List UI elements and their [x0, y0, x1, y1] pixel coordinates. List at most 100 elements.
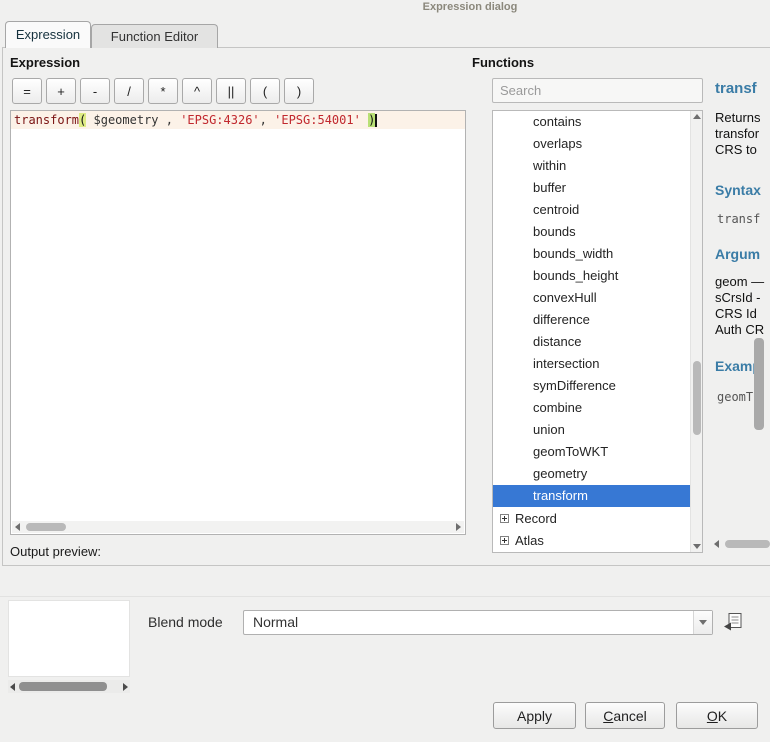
function-list-item[interactable]: bounds: [493, 221, 690, 243]
scrollbar-thumb[interactable]: [725, 540, 770, 548]
scroll-right-icon[interactable]: [456, 523, 461, 531]
combobox-selected-value: Normal: [253, 611, 298, 634]
data-defined-override-icon: [723, 611, 744, 632]
cancel-button-label: ancel: [613, 708, 646, 724]
data-defined-override-button[interactable]: [722, 611, 745, 634]
code-token-space: [361, 113, 368, 127]
function-list-item[interactable]: intersection: [493, 353, 690, 375]
scrollbar-thumb[interactable]: [26, 523, 66, 531]
function-list-item[interactable]: union: [493, 419, 690, 441]
help-horizontal-scrollbar[interactable]: [712, 538, 770, 550]
code-token-close-bracket: ): [368, 113, 375, 127]
scrollbar-thumb[interactable]: [19, 682, 107, 691]
ok-button[interactable]: OK: [676, 702, 758, 729]
help-description-line: transfor: [715, 126, 761, 142]
help-description-line: CRS to: [715, 142, 761, 158]
scrollbar-thumb[interactable]: [693, 361, 701, 435]
function-list-item[interactable]: geomToWKT: [493, 441, 690, 463]
help-description: Returns transfor CRS to: [715, 110, 761, 158]
operator-minus-button[interactable]: -: [80, 78, 110, 104]
function-list-item[interactable]: convexHull: [493, 287, 690, 309]
function-list-item[interactable]: geometry: [493, 463, 690, 485]
code-token-separator: ,: [260, 113, 274, 127]
text-cursor: [375, 114, 377, 127]
operator-plus-button[interactable]: +: [46, 78, 76, 104]
function-list-rows: contains overlaps within buffer centroid…: [493, 111, 690, 551]
help-function-title: transf: [715, 80, 757, 97]
function-list-item[interactable]: within: [493, 155, 690, 177]
blend-mode-label: Blend mode: [148, 614, 223, 630]
scroll-left-icon[interactable]: [714, 540, 719, 548]
code-token-function-name: transform: [14, 113, 79, 127]
scroll-left-icon[interactable]: [10, 683, 15, 691]
function-list-item[interactable]: centroid: [493, 199, 690, 221]
expand-plus-icon[interactable]: [500, 536, 509, 545]
section-divider: [0, 596, 770, 597]
tab-expression[interactable]: Expression: [5, 21, 91, 48]
scroll-left-icon[interactable]: [15, 523, 20, 531]
operator-divide-button[interactable]: /: [114, 78, 144, 104]
editor-horizontal-scrollbar[interactable]: [12, 521, 464, 533]
help-argument-line: CRS Id: [715, 306, 764, 322]
help-argument-line: sCrsId -: [715, 290, 764, 306]
expression-panel-header: Expression: [10, 55, 80, 70]
chevron-down-icon: [699, 620, 707, 625]
function-list-item[interactable]: distance: [493, 331, 690, 353]
operator-concat-button[interactable]: ||: [216, 78, 246, 104]
apply-button-label: Apply: [517, 708, 552, 724]
combobox-dropdown-button[interactable]: [693, 611, 712, 634]
ok-button-mnemonic: O: [707, 708, 718, 724]
function-list-item[interactable]: combine: [493, 397, 690, 419]
function-list-item[interactable]: bounds_width: [493, 243, 690, 265]
function-list-item[interactable]: bounds_height: [493, 265, 690, 287]
window-title: Expression dialog: [423, 1, 518, 13]
functions-panel-header: Functions: [472, 55, 534, 70]
function-list-item[interactable]: contains: [493, 111, 690, 133]
operator-toolbar: = + - / * ^ || ( ): [12, 78, 314, 104]
cancel-button[interactable]: Cancel: [585, 702, 665, 729]
operator-equals-button[interactable]: =: [12, 78, 42, 104]
help-syntax-header: Syntax: [715, 182, 761, 198]
code-token-string-1: 'EPSG:4326': [180, 113, 259, 127]
code-token-string-2: 'EPSG:54001': [274, 113, 361, 127]
operator-multiply-button[interactable]: *: [148, 78, 178, 104]
scroll-up-icon[interactable]: [693, 114, 701, 119]
function-list-scrollbar[interactable]: [690, 111, 702, 552]
ok-button-label: K: [718, 708, 727, 724]
output-preview-label: Output preview:: [10, 544, 101, 559]
function-list-item[interactable]: overlaps: [493, 133, 690, 155]
scroll-down-icon[interactable]: [693, 544, 701, 549]
function-list-item[interactable]: symDifference: [493, 375, 690, 397]
help-argument-line: Auth CR: [715, 322, 764, 338]
preview-horizontal-scrollbar[interactable]: [8, 680, 130, 693]
expression-code-line: transform( $geometry , 'EPSG:4326', 'EPS…: [11, 111, 465, 129]
help-arguments-header: Argum: [715, 246, 760, 262]
blend-mode-combobox[interactable]: Normal: [243, 610, 713, 635]
tab-function-editor[interactable]: Function Editor: [91, 24, 218, 48]
function-list-item-selected[interactable]: transform: [493, 485, 690, 507]
scroll-right-icon[interactable]: [123, 683, 128, 691]
search-input[interactable]: [492, 78, 703, 103]
help-description-line: Returns: [715, 110, 761, 126]
help-syntax-code: transf: [717, 212, 760, 226]
help-arguments: geom — sCrsId - CRS Id Auth CR: [715, 274, 764, 338]
help-argument-line: geom —: [715, 274, 764, 290]
function-group-record[interactable]: Record: [493, 507, 690, 529]
function-group-atlas[interactable]: Atlas: [493, 529, 690, 551]
function-list-item[interactable]: buffer: [493, 177, 690, 199]
operator-power-button[interactable]: ^: [182, 78, 212, 104]
function-list-item[interactable]: difference: [493, 309, 690, 331]
function-list: contains overlaps within buffer centroid…: [492, 110, 703, 553]
expression-editor[interactable]: transform( $geometry , 'EPSG:4326', 'EPS…: [10, 110, 466, 535]
preview-box: [8, 600, 130, 677]
apply-button[interactable]: Apply: [493, 702, 576, 729]
operator-close-paren-button[interactable]: ): [284, 78, 314, 104]
expand-plus-icon[interactable]: [500, 514, 509, 523]
function-group-label: Record: [515, 511, 557, 526]
help-scrollbar-thumb[interactable]: [754, 338, 764, 430]
operator-open-paren-button[interactable]: (: [250, 78, 280, 104]
help-example-code: geomT: [717, 390, 753, 404]
code-token-argument: $geometry ,: [86, 113, 180, 127]
cancel-button-mnemonic: C: [603, 708, 613, 724]
function-group-label: Atlas: [515, 533, 544, 548]
